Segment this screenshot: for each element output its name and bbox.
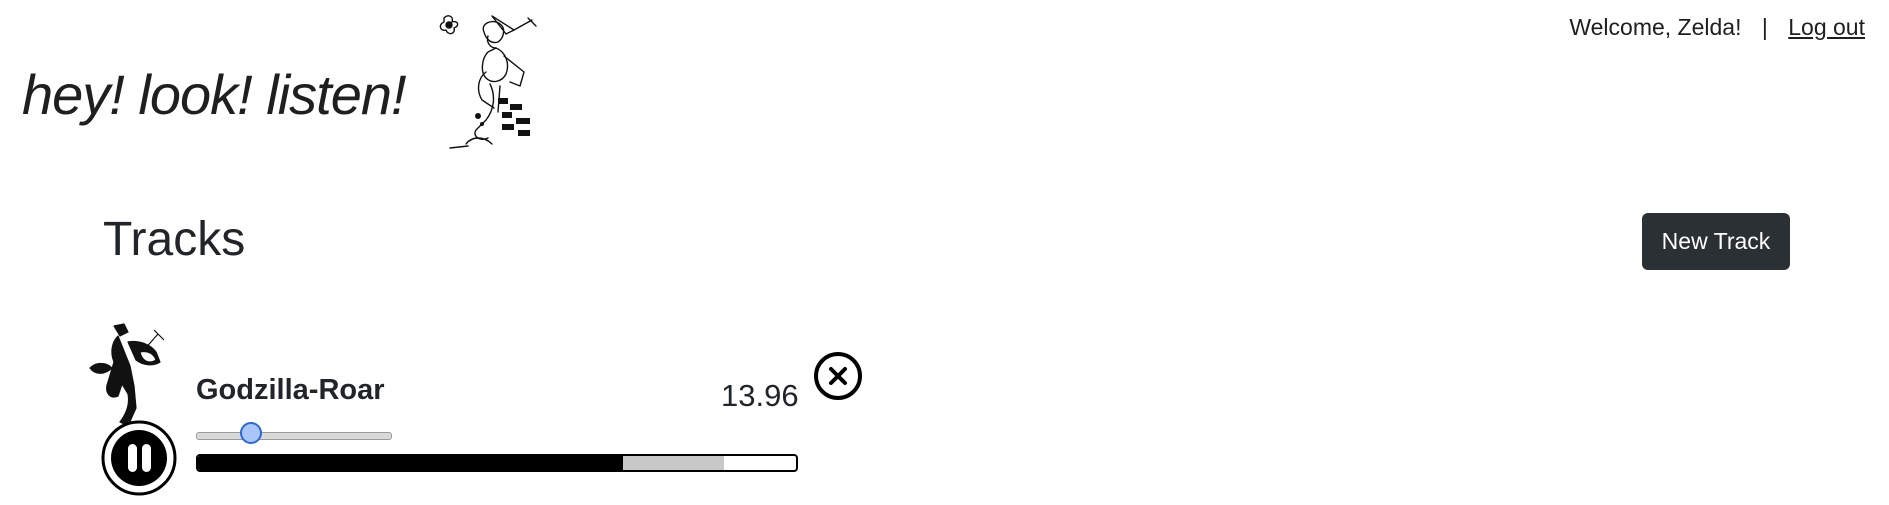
- new-track-button[interactable]: New Track: [1642, 213, 1790, 270]
- volume-slider-thumb[interactable]: [239, 422, 262, 444]
- played-progress: [198, 456, 623, 470]
- track-artwork: [89, 323, 165, 427]
- remove-track-button[interactable]: [813, 351, 863, 401]
- track-value: 13.96: [721, 378, 799, 413]
- user-bar: Welcome, Zelda! | Log out: [1569, 14, 1865, 41]
- track-progress-bar[interactable]: [196, 454, 798, 472]
- volume-slider-track: [196, 432, 392, 440]
- volume-slider[interactable]: [196, 420, 392, 448]
- welcome-text: Welcome, Zelda!: [1569, 14, 1742, 40]
- pause-icon: [111, 430, 167, 486]
- userbar-separator: |: [1761, 14, 1768, 40]
- logout-link[interactable]: Log out: [1788, 14, 1865, 40]
- track-name: Godzilla-Roar: [196, 374, 385, 406]
- site-title: hey! look! listen!: [22, 63, 407, 126]
- page-title: Tracks: [103, 213, 246, 266]
- pause-button[interactable]: [101, 420, 177, 496]
- link-and-navi-illustration: [439, 15, 537, 149]
